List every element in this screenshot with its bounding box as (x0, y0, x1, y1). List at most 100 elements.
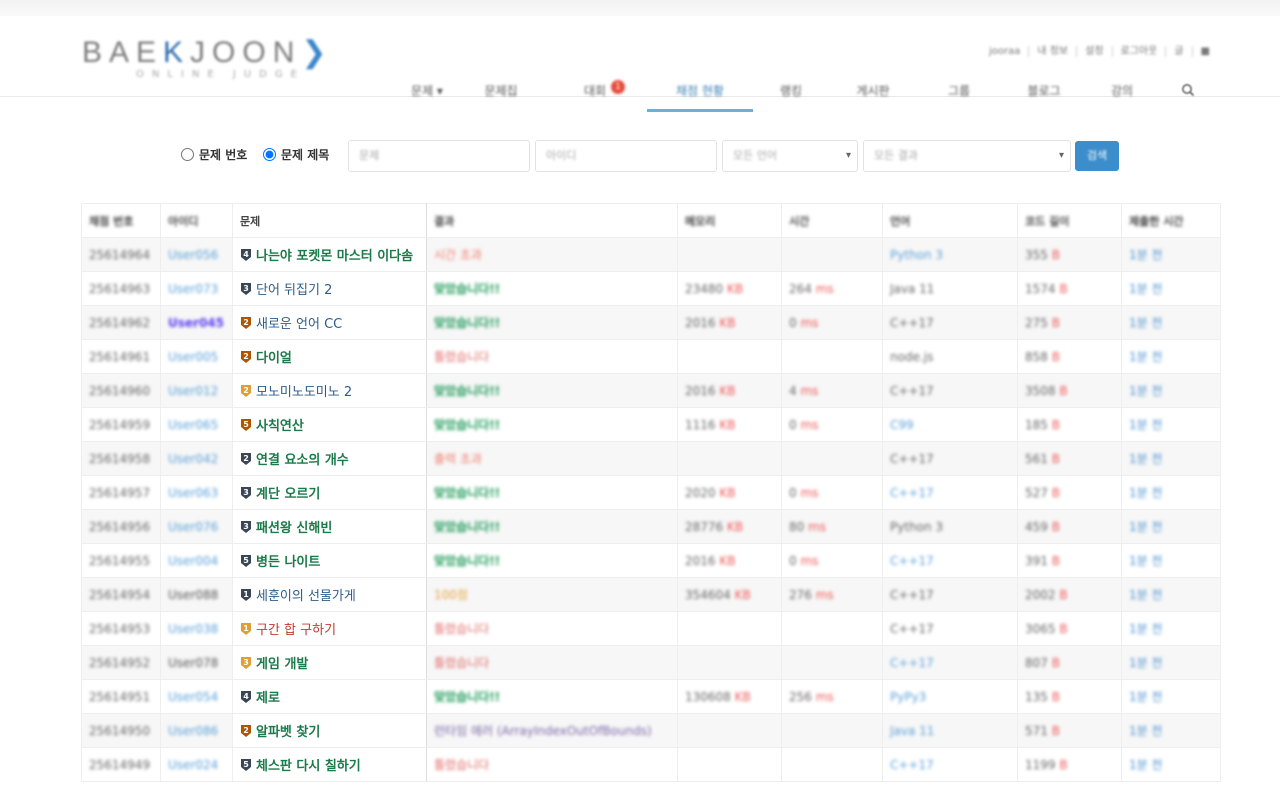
code-length[interactable]: 391 B (1017, 543, 1122, 578)
code-length[interactable]: 355 B (1017, 237, 1122, 272)
language[interactable]: C++17 (882, 747, 1018, 782)
util-username[interactable]: jooraa (981, 46, 1030, 57)
language[interactable]: C++17 (882, 645, 1018, 680)
submitted-time[interactable]: 1분 전 (1121, 237, 1221, 272)
problem-title[interactable]: 패션왕 신해빈 (256, 521, 332, 536)
problem-title[interactable]: 게임 개발 (256, 657, 308, 672)
language[interactable]: C++17 (882, 305, 1018, 340)
code-length[interactable]: 1574 B (1017, 271, 1122, 306)
language[interactable]: C++17 (882, 543, 1018, 578)
nav-lecture[interactable]: 강의 (1087, 74, 1157, 112)
language[interactable]: C++17 (882, 611, 1018, 646)
nav-ranking[interactable]: 랭킹 (753, 74, 829, 112)
code-length[interactable]: 527 B (1017, 475, 1122, 510)
util-extra[interactable]: ■ (1193, 46, 1218, 57)
problem-input[interactable]: 문제 (348, 140, 530, 172)
radio-problem-number-input[interactable] (181, 148, 194, 161)
user-link[interactable]: User054 (160, 679, 233, 714)
submitted-time[interactable]: 1분 전 (1121, 543, 1221, 578)
problem-title[interactable]: 병든 나이트 (256, 555, 320, 570)
language[interactable]: Java 11 (882, 713, 1018, 748)
submitted-time[interactable]: 1분 전 (1121, 339, 1221, 374)
user-link[interactable]: User073 (160, 271, 233, 306)
user-link[interactable]: User012 (160, 373, 233, 408)
user-input[interactable]: 아이디 (535, 140, 717, 172)
language[interactable]: PyPy3 (882, 679, 1018, 714)
problem-link[interactable]: 4 제로 (232, 679, 427, 714)
code-length[interactable]: 459 B (1017, 509, 1122, 544)
nav-workbook[interactable]: 문제집 (459, 74, 543, 112)
language[interactable]: Python 3 (882, 509, 1018, 544)
user-link[interactable]: User063 (160, 475, 233, 510)
radio-problem-number[interactable]: 문제 번호 (181, 146, 247, 163)
user-link[interactable]: User042 (160, 441, 233, 476)
user-link[interactable]: User078 (160, 645, 233, 680)
language[interactable]: C++17 (882, 475, 1018, 510)
problem-title[interactable]: 연결 요소의 개수 (256, 453, 349, 468)
user-link[interactable]: User056 (160, 237, 233, 272)
search-button[interactable]: 검색 (1075, 141, 1119, 171)
submitted-time[interactable]: 1분 전 (1121, 441, 1221, 476)
problem-link[interactable]: 2 새로운 언어 CC (232, 305, 427, 340)
problem-link[interactable]: 5 병든 나이트 (232, 543, 427, 578)
util-my-info[interactable]: 내 정보 (1029, 46, 1078, 57)
problem-title[interactable]: 사칙연산 (256, 419, 304, 434)
nav-board[interactable]: 게시판 (829, 74, 917, 112)
problem-link[interactable]: 5 사칙연산 (232, 407, 427, 442)
user-link[interactable]: User076 (160, 509, 233, 544)
language-select[interactable]: 모든 언어 ▾ (722, 140, 858, 172)
problem-link[interactable]: 2 연결 요소의 개수 (232, 441, 427, 476)
radio-problem-title-input[interactable] (263, 148, 276, 161)
submitted-time[interactable]: 1분 전 (1121, 475, 1221, 510)
user-link[interactable]: User086 (160, 713, 233, 748)
submitted-time[interactable]: 1분 전 (1121, 747, 1221, 782)
problem-link[interactable]: 3 게임 개발 (232, 645, 427, 680)
problem-title[interactable]: 세훈이의 선물가게 (256, 589, 356, 604)
submitted-time[interactable]: 1분 전 (1121, 407, 1221, 442)
baekjoon-logo[interactable]: BAEKJOON❯ ONLINE JUDGE (82, 38, 342, 98)
nav-search[interactable] (1157, 74, 1219, 112)
user-link[interactable]: User004 (160, 543, 233, 578)
language[interactable]: C++17 (882, 577, 1018, 612)
language[interactable]: Python 3 (882, 237, 1018, 272)
nav-problems[interactable]: 문제 ▾ (395, 74, 459, 112)
language[interactable]: node.js (882, 339, 1018, 374)
code-length[interactable]: 185 B (1017, 407, 1122, 442)
problem-link[interactable]: 3 단어 뒤집기 2 (232, 271, 427, 306)
problem-title[interactable]: 다이얼 (256, 351, 292, 366)
user-link[interactable]: User088 (160, 577, 233, 612)
radio-problem-title[interactable]: 문제 제목 (263, 146, 329, 163)
problem-link[interactable]: 2 다이얼 (232, 339, 427, 374)
code-length[interactable]: 561 B (1017, 441, 1122, 476)
util-settings[interactable]: 설정 (1077, 46, 1113, 57)
submitted-time[interactable]: 1분 전 (1121, 509, 1221, 544)
submitted-time[interactable]: 1분 전 (1121, 305, 1221, 340)
problem-title[interactable]: 계단 오르기 (256, 487, 320, 502)
code-length[interactable]: 135 B (1017, 679, 1122, 714)
code-length[interactable]: 2002 B (1017, 577, 1122, 612)
problem-title[interactable]: 나는야 포켓몬 마스터 이다솜 (256, 249, 413, 264)
problem-link[interactable]: 3 패션왕 신해빈 (232, 509, 427, 544)
util-posts[interactable]: 글 (1166, 46, 1193, 57)
problem-title[interactable]: 단어 뒤집기 2 (256, 283, 332, 298)
nav-status[interactable]: 채점 현황 (647, 74, 753, 112)
problem-link[interactable]: 2 모노미노도미노 2 (232, 373, 427, 408)
result-select[interactable]: 모든 결과 ▾ (863, 140, 1071, 172)
submitted-time[interactable]: 1분 전 (1121, 611, 1221, 646)
problem-link[interactable]: 1 구간 합 구하기 (232, 611, 427, 646)
submitted-time[interactable]: 1분 전 (1121, 373, 1221, 408)
language[interactable]: C++17 (882, 441, 1018, 476)
problem-title[interactable]: 알파벳 찾기 (256, 725, 320, 740)
code-length[interactable]: 3065 B (1017, 611, 1122, 646)
nav-contest[interactable]: 대회 1 (543, 74, 647, 112)
user-link[interactable]: User045 (160, 305, 233, 340)
code-length[interactable]: 858 B (1017, 339, 1122, 374)
language[interactable]: C++17 (882, 373, 1018, 408)
language[interactable]: Java 11 (882, 271, 1018, 306)
problem-link[interactable]: 2 알파벳 찾기 (232, 713, 427, 748)
nav-group[interactable]: 그룹 (917, 74, 1001, 112)
problem-link[interactable]: 3 계단 오르기 (232, 475, 427, 510)
user-link[interactable]: User024 (160, 747, 233, 782)
user-link[interactable]: User038 (160, 611, 233, 646)
code-length[interactable]: 571 B (1017, 713, 1122, 748)
